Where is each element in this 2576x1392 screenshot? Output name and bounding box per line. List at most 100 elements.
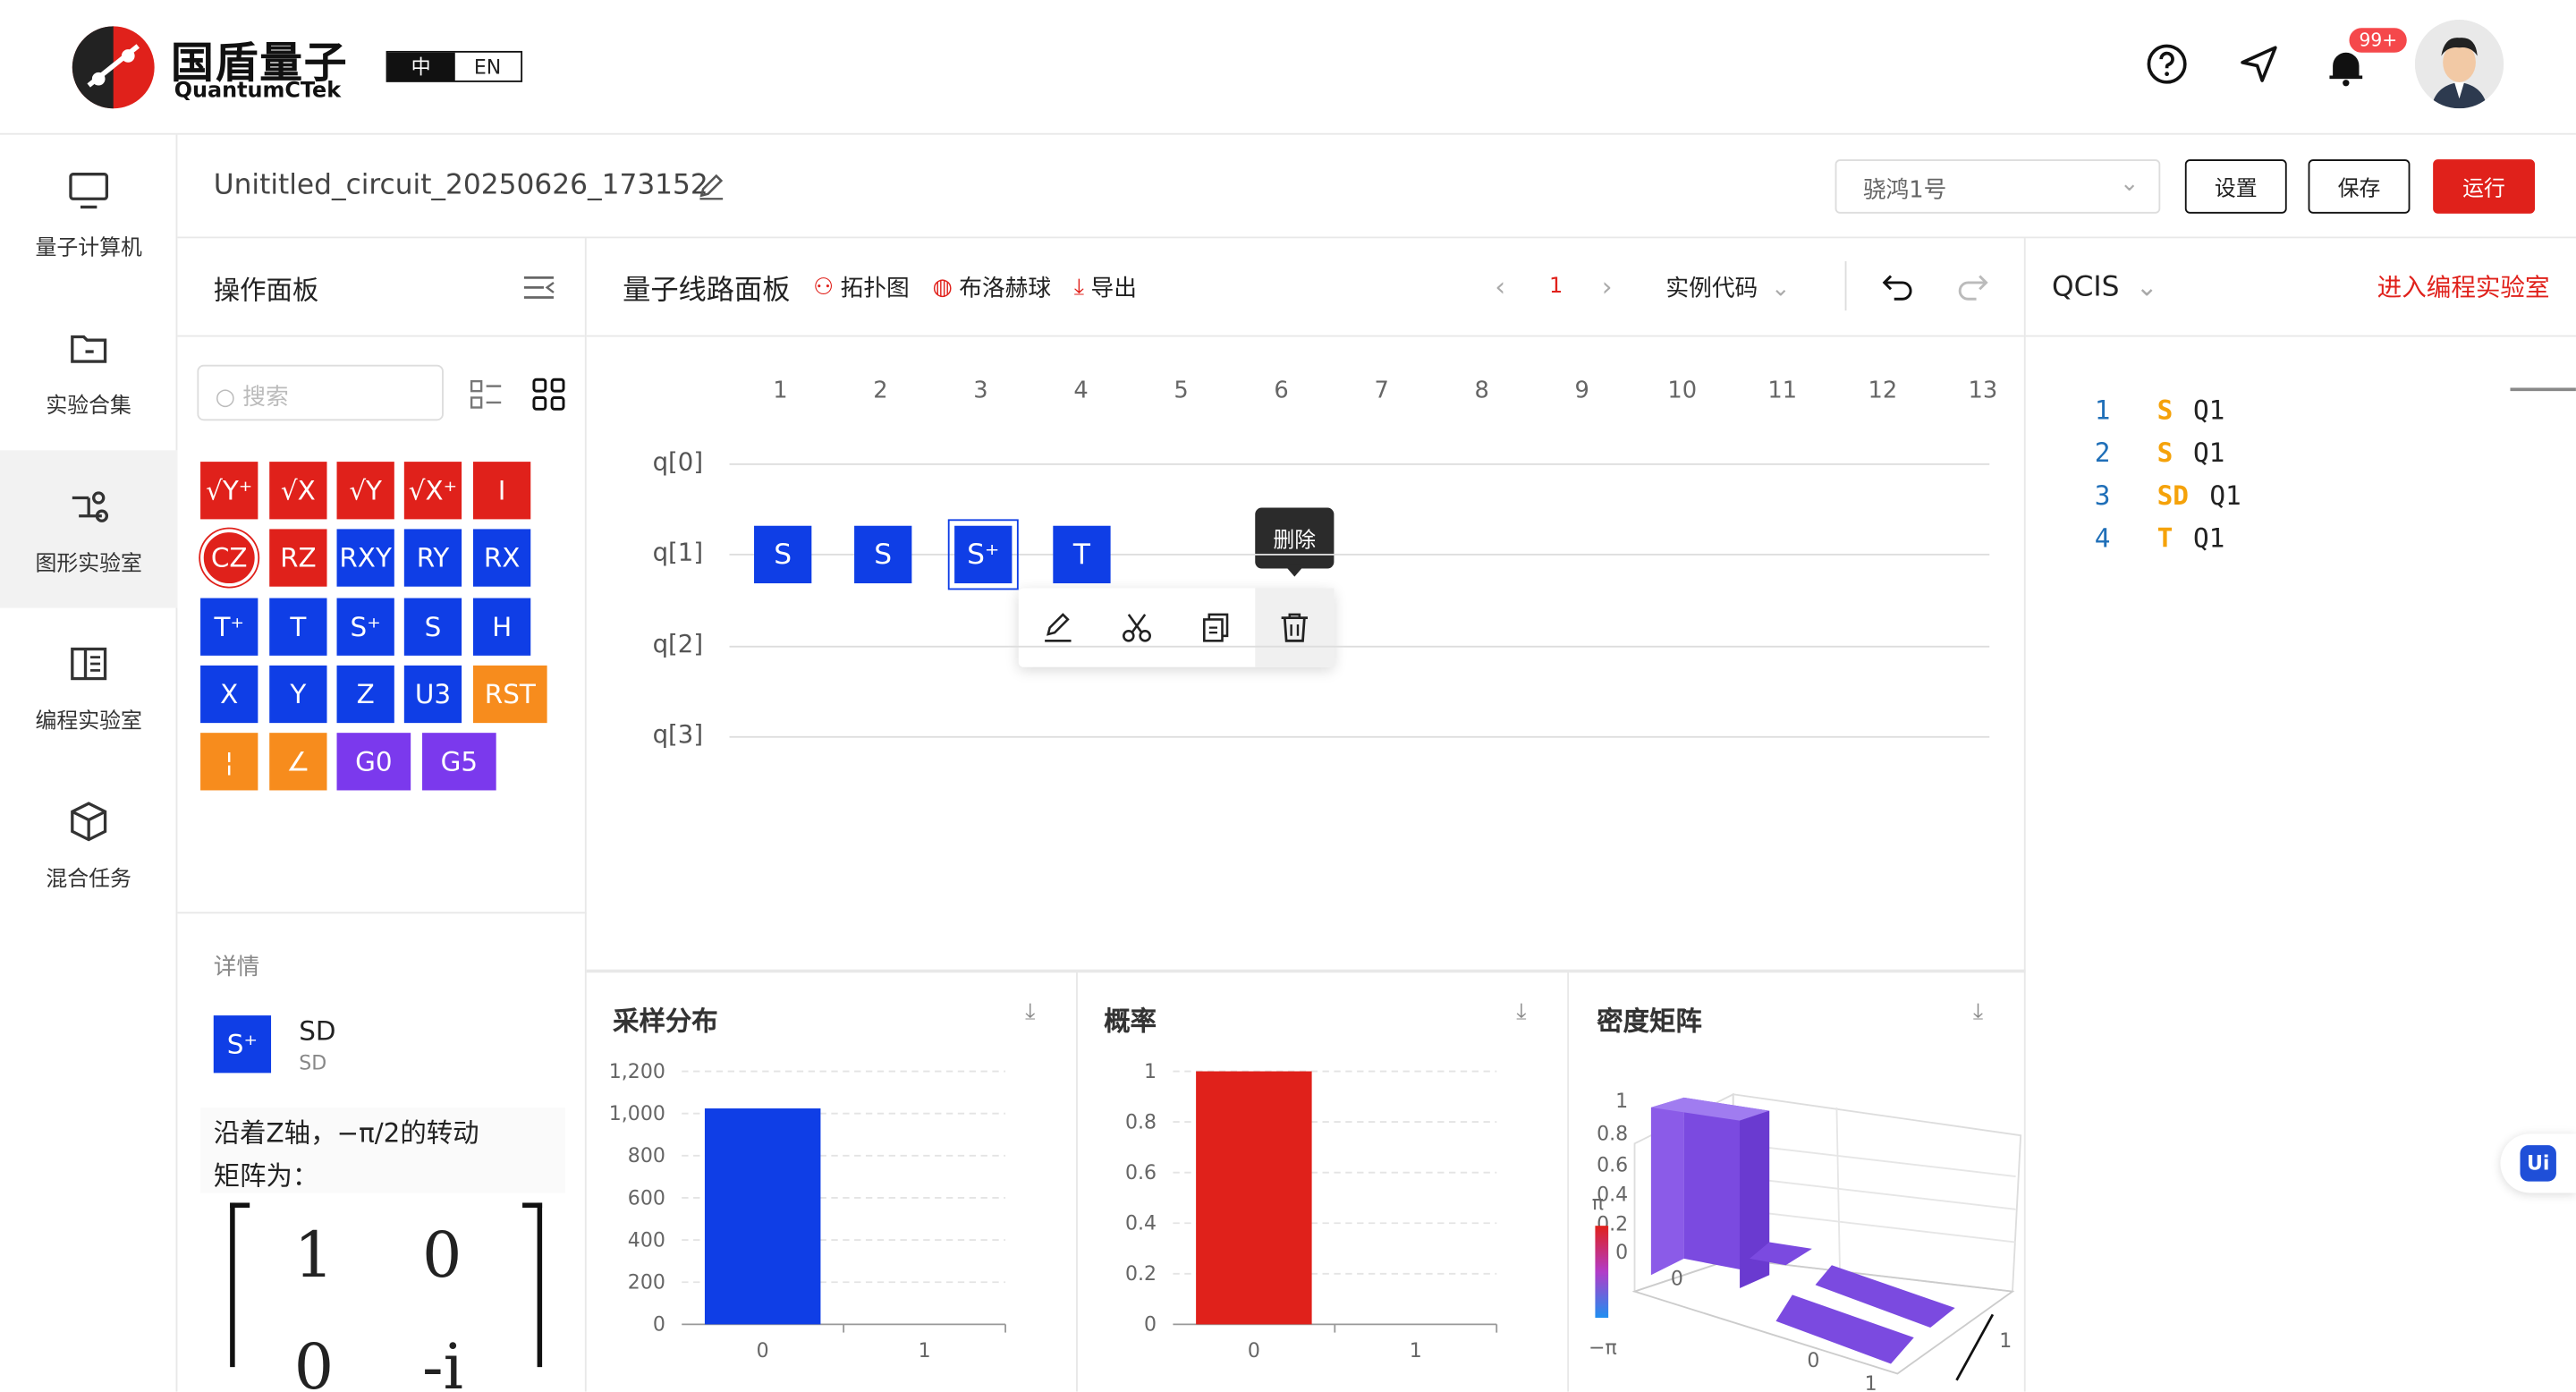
sidebar-item-programming-lab[interactable]: 编程实验室 <box>0 608 177 766</box>
topology-icon: ⚇ <box>813 273 835 301</box>
gate-1-2[interactable]: RXY <box>336 529 394 587</box>
code-arg: Q1 <box>2209 480 2241 512</box>
qcis-language-select[interactable]: QCIS <box>2052 270 2119 303</box>
grid-view-icon[interactable] <box>532 378 565 411</box>
redo-icon[interactable] <box>1957 271 1990 301</box>
page-number[interactable]: 1 <box>1549 275 1563 300</box>
edit-title-icon[interactable] <box>697 171 726 200</box>
circuit-graph-icon <box>72 490 109 522</box>
density-bar <box>1650 1097 1684 1276</box>
floating-assistant-button[interactable]: Ui <box>2500 1133 2576 1193</box>
gate-2-1[interactable]: T <box>269 598 327 656</box>
gate-1-3[interactable]: RY <box>403 529 462 587</box>
download-icon[interactable]: ⤓ <box>1516 999 1526 1025</box>
enter-programming-lab-link[interactable]: 进入编程实验室 <box>2377 269 2550 304</box>
folder-icon <box>71 334 107 362</box>
gate-search-input[interactable]: ○ 搜索 <box>197 364 444 421</box>
y-tick-label: 0 <box>1144 1314 1157 1337</box>
column-number: 3 <box>973 378 988 404</box>
copy-icon[interactable] <box>1199 611 1233 644</box>
sidebar-item-graphic-lab[interactable]: 图形实验室 <box>0 450 178 608</box>
gate-0-1[interactable]: √X <box>269 462 327 520</box>
prev-page-icon[interactable]: ‹ <box>1495 271 1505 302</box>
gate-1-0[interactable]: CZ <box>200 529 258 587</box>
sidebar: 量子计算机 实验合集 图形实验室 编程实验室 混合任务 <box>0 134 178 1392</box>
gate-3-0[interactable]: X <box>200 665 258 724</box>
cube-icon <box>71 801 107 841</box>
gate-2-3[interactable]: S <box>403 598 462 656</box>
gate-1-1[interactable]: RZ <box>269 529 327 587</box>
edit-icon[interactable] <box>1041 611 1074 644</box>
user-avatar[interactable] <box>2414 20 2504 109</box>
run-button[interactable]: 运行 <box>2433 159 2536 214</box>
gate-3-4[interactable]: RST <box>472 665 547 724</box>
gate-4-0[interactable]: ¦ <box>200 733 258 791</box>
topology-button[interactable]: ⚇ 拓扑图 <box>813 270 910 303</box>
device-select[interactable]: 骁鸿1号 ⌄ <box>1835 159 2161 214</box>
sidebar-item-hybrid-tasks[interactable]: 混合任务 <box>0 766 177 923</box>
qubit-label: q[2] <box>652 629 704 659</box>
gate-4-2[interactable]: G0 <box>336 733 411 791</box>
y-tick-label: 600 <box>628 1187 665 1210</box>
gate-0-2[interactable]: √Y <box>336 462 394 520</box>
examples-dropdown[interactable]: 实例代码 ⌄ <box>1665 270 1790 303</box>
density-matrix-title: 密度矩阵 <box>1597 1006 1702 1037</box>
gate-2-4[interactable]: H <box>472 598 531 656</box>
list-view-icon[interactable] <box>470 378 503 411</box>
help-icon[interactable] <box>2146 43 2189 86</box>
delete-icon[interactable] <box>1278 611 1311 644</box>
gate-2-0[interactable]: T⁺ <box>200 598 258 656</box>
operations-panel-title: 操作面板 <box>213 273 319 305</box>
sidebar-item-experiments[interactable]: 实验合集 <box>0 293 177 450</box>
bar <box>1196 1071 1312 1325</box>
column-number: 1 <box>773 378 788 404</box>
save-button[interactable]: 保存 <box>2308 159 2411 214</box>
circuit-gate[interactable]: T <box>1053 525 1111 584</box>
gate-4-1[interactable]: ∠ <box>269 733 327 791</box>
search-placeholder: 搜索 <box>242 384 289 412</box>
language-toggle[interactable]: 中 EN <box>386 50 523 82</box>
axis-label: 1 <box>1999 1330 2012 1353</box>
send-icon[interactable] <box>2238 43 2281 86</box>
gate-3-1[interactable]: Y <box>269 665 327 724</box>
lang-en[interactable]: EN <box>454 53 521 81</box>
next-page-icon[interactable]: › <box>1602 271 1613 302</box>
collapse-menu-icon[interactable] <box>522 275 555 301</box>
gate-0-0[interactable]: √Y⁺ <box>200 462 258 520</box>
gate-3-2[interactable]: Z <box>336 665 394 724</box>
undo-icon[interactable] <box>1881 271 1914 301</box>
circuit-gate[interactable]: S <box>754 525 812 584</box>
export-button[interactable]: ⤓ 导出 <box>1074 270 1137 303</box>
qubit-wire[interactable] <box>729 463 1990 465</box>
qubit-wire[interactable] <box>729 645 1990 648</box>
qubit-wire[interactable] <box>729 735 1990 738</box>
download-icon[interactable]: ⤓ <box>1973 999 1983 1025</box>
density-matrix-3d-chart: 00.20.40.60.81π−π0101 <box>1589 1091 2022 1390</box>
axis-label: 0 <box>1671 1268 1683 1290</box>
qubit-wire[interactable] <box>729 553 1990 556</box>
gate-4-3[interactable]: G5 <box>422 733 496 791</box>
settings-button[interactable]: 设置 <box>2184 159 2287 214</box>
cut-icon[interactable] <box>1121 611 1154 644</box>
export-label: 导出 <box>1090 275 1137 302</box>
bloch-button[interactable]: ◍ 布洛赫球 <box>932 270 1051 303</box>
circuit-gate[interactable]: S <box>854 525 912 584</box>
gate-0-4[interactable]: I <box>472 462 531 520</box>
code-op: SD <box>2157 480 2189 512</box>
circuit-title: Unititled_circuit_20250626_173152 <box>213 169 708 202</box>
y-tick-label: 0.6 <box>1125 1162 1157 1184</box>
sidebar-item-quantum-computer[interactable]: 量子计算机 <box>0 135 177 293</box>
gate-2-2[interactable]: S⁺ <box>336 598 394 656</box>
examples-label: 实例代码 <box>1665 275 1758 302</box>
gate-1-4[interactable]: RX <box>472 529 531 587</box>
gate-context-menu <box>1018 588 1335 667</box>
download-icon[interactable]: ⤓ <box>1025 999 1035 1025</box>
lang-zh[interactable]: 中 <box>387 52 454 81</box>
z-tick-label: 1 <box>1615 1091 1628 1113</box>
gate-3-3[interactable]: U3 <box>403 665 462 724</box>
gate-0-3[interactable]: √X⁺ <box>403 462 462 520</box>
chevron-down-icon[interactable]: ⌄ <box>2136 271 2158 302</box>
circuit-gate[interactable]: S⁺ <box>947 519 1019 590</box>
axis-label: 0 <box>1807 1350 1819 1372</box>
sidebar-item-label: 量子计算机 <box>35 235 142 261</box>
